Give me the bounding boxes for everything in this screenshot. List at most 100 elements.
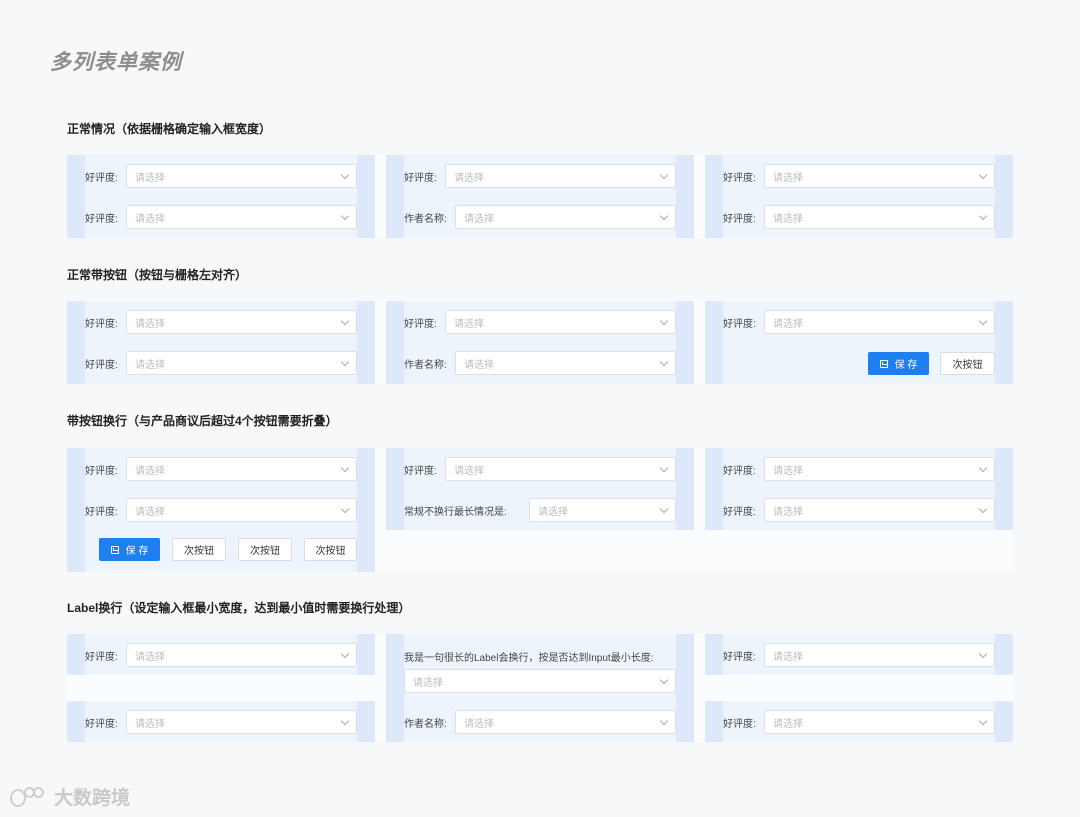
- select-input[interactable]: 请选择: [445, 310, 676, 334]
- secondary-button[interactable]: 次按钮: [940, 352, 995, 375]
- form-item-good-rating: 好评度: 请选择: [723, 457, 995, 481]
- chevron-down-icon: [340, 649, 350, 659]
- form-item-good-rating: 好评度: 请选择: [404, 310, 676, 334]
- form-item-good-rating: 好评度: 请选择: [85, 164, 357, 188]
- select-input[interactable]: 请选择: [764, 310, 995, 334]
- select-input[interactable]: 请选择: [764, 457, 995, 481]
- select-placeholder: 请选择: [135, 506, 165, 518]
- field-label: 作者名称:: [404, 718, 447, 730]
- chevron-down-icon: [978, 211, 988, 221]
- select-placeholder: 请选择: [773, 506, 803, 518]
- field-label: 好评度:: [723, 213, 756, 225]
- section-title-with-buttons: 正常带按钮（按钮与栅格左对齐）: [67, 268, 248, 282]
- form-item-good-rating: 好评度: 请选择: [723, 710, 995, 734]
- chevron-down-icon: [978, 463, 988, 473]
- form-item-good-rating: 好评度: 请选择: [85, 710, 357, 734]
- select-placeholder: 请选择: [464, 718, 494, 730]
- section-title-label-wrap: Label换行（设定输入框最小宽度，达到最小值时需要换行处理）: [67, 601, 411, 615]
- grid-column-2: 好评度: 请选择 作者名称: 请选择: [386, 155, 694, 238]
- chevron-down-icon: [978, 716, 988, 726]
- field-label: 作者名称:: [404, 213, 447, 225]
- form-item-good-rating: 好评度: 请选择: [85, 205, 357, 229]
- field-label: 好评度:: [85, 172, 118, 184]
- chevron-down-icon: [978, 504, 988, 514]
- save-icon: [879, 359, 888, 368]
- save-button[interactable]: 保 存: [868, 352, 929, 375]
- select-input[interactable]: 请选择: [126, 457, 357, 481]
- chevron-down-icon: [659, 716, 669, 726]
- chevron-down-icon: [978, 170, 988, 180]
- form-label-wrap: 好评度: 请选择 好评度: 请选择 我是一句很长的Label会换行，按是否达到I…: [67, 634, 1013, 742]
- section-title-button-wrap: 带按钮换行（与产品商议后超过4个按钮需要折叠）: [67, 414, 338, 428]
- select-placeholder: 请选择: [773, 213, 803, 225]
- select-input[interactable]: 请选择: [126, 498, 357, 522]
- form-with-buttons: 好评度: 请选择 好评度: 请选择 好评度: 请选择 作者名称: 请选择 好评度…: [67, 301, 1013, 384]
- secondary-button[interactable]: 次按钮: [238, 538, 292, 561]
- grid-column-2: 好评度: 请选择 作者名称: 请选择: [386, 301, 694, 384]
- select-input[interactable]: 请选择: [764, 205, 995, 229]
- select-input[interactable]: 请选择: [404, 669, 676, 693]
- select-input[interactable]: 请选择: [445, 457, 676, 481]
- form-item-good-rating: 好评度: 请选择: [723, 643, 995, 667]
- grid-column-1: 好评度: 请选择 好评度: 请选择 保 存 次按钮 次按钮 次按钮: [67, 448, 375, 572]
- select-placeholder: 请选择: [773, 465, 803, 477]
- page-title: 多列表单案例: [50, 51, 182, 74]
- select-placeholder: 请选择: [135, 318, 165, 330]
- select-placeholder: 请选择: [773, 172, 803, 184]
- form-button-wrap: 好评度: 请选择 好评度: 请选择 保 存 次按钮 次按钮 次按钮 好评度: 请…: [67, 448, 1013, 572]
- select-input[interactable]: 请选择: [126, 164, 357, 188]
- chevron-down-icon: [659, 504, 669, 514]
- chevron-down-icon: [659, 357, 669, 367]
- grid-column-3: 好评度: 请选择 保 存 次按钮: [705, 301, 1013, 384]
- select-input[interactable]: 请选择: [445, 164, 676, 188]
- select-placeholder: 请选择: [135, 651, 165, 663]
- grid-column-2: 我是一句很长的Label会换行，按是否达到Input最小长度: 请选择 作者名称…: [386, 634, 694, 742]
- form-item-good-rating: 好评度: 请选择: [723, 498, 995, 522]
- chevron-down-icon: [659, 675, 669, 685]
- select-input[interactable]: 请选择: [126, 310, 357, 334]
- select-input[interactable]: 请选择: [126, 205, 357, 229]
- select-input[interactable]: 请选择: [455, 351, 676, 375]
- field-label: 好评度:: [85, 651, 118, 663]
- field-label: 好评度:: [723, 651, 756, 663]
- select-placeholder: 请选择: [773, 651, 803, 663]
- select-input[interactable]: 请选择: [764, 498, 995, 522]
- secondary-button[interactable]: 次按钮: [172, 538, 226, 561]
- field-label: 作者名称:: [404, 359, 447, 371]
- select-placeholder: 请选择: [773, 718, 803, 730]
- field-label: 好评度:: [723, 506, 756, 518]
- field-label: 好评度:: [723, 465, 756, 477]
- select-placeholder: 请选择: [464, 359, 494, 371]
- field-label: 好评度:: [85, 506, 118, 518]
- select-input[interactable]: 请选择: [455, 710, 676, 734]
- select-placeholder: 请选择: [773, 318, 803, 330]
- select-placeholder: 请选择: [538, 506, 568, 518]
- form-item-long-label: 常规不换行最长情况是: 请选择: [404, 498, 676, 522]
- chevron-down-icon: [340, 170, 350, 180]
- watermark-text: 大数跨境: [54, 788, 131, 809]
- chevron-down-icon: [340, 211, 350, 221]
- secondary-button[interactable]: 次按钮: [304, 538, 357, 561]
- select-input[interactable]: 请选择: [764, 164, 995, 188]
- field-label: 好评度:: [723, 172, 756, 184]
- form-normal: 好评度: 请选择 好评度: 请选择 好评度: 请选择 作者名称: 请选择 好评度…: [67, 155, 1013, 238]
- select-input[interactable]: 请选择: [126, 710, 357, 734]
- form-item-good-rating: 好评度: 请选择: [723, 205, 995, 229]
- select-placeholder: 请选择: [135, 718, 165, 730]
- select-input[interactable]: 请选择: [764, 643, 995, 667]
- select-placeholder: 请选择: [464, 213, 494, 225]
- select-input[interactable]: 请选择: [529, 498, 676, 522]
- select-placeholder: 请选择: [135, 172, 165, 184]
- field-label: 好评度:: [404, 465, 437, 477]
- field-label: 好评度:: [404, 318, 437, 330]
- select-input[interactable]: 请选择: [126, 643, 357, 667]
- grid-column-1: 好评度: 请选择: [67, 701, 375, 742]
- select-input[interactable]: 请选择: [764, 710, 995, 734]
- save-button[interactable]: 保 存: [99, 538, 160, 561]
- select-input[interactable]: 请选择: [126, 351, 357, 375]
- section-title-normal: 正常情况（依据栅格确定输入框宽度）: [67, 122, 272, 136]
- select-input[interactable]: 请选择: [455, 205, 676, 229]
- grid-column-3: 好评度: 请选择: [705, 701, 1013, 742]
- select-placeholder: 请选择: [135, 465, 165, 477]
- form-item-good-rating: 好评度: 请选择: [85, 643, 357, 667]
